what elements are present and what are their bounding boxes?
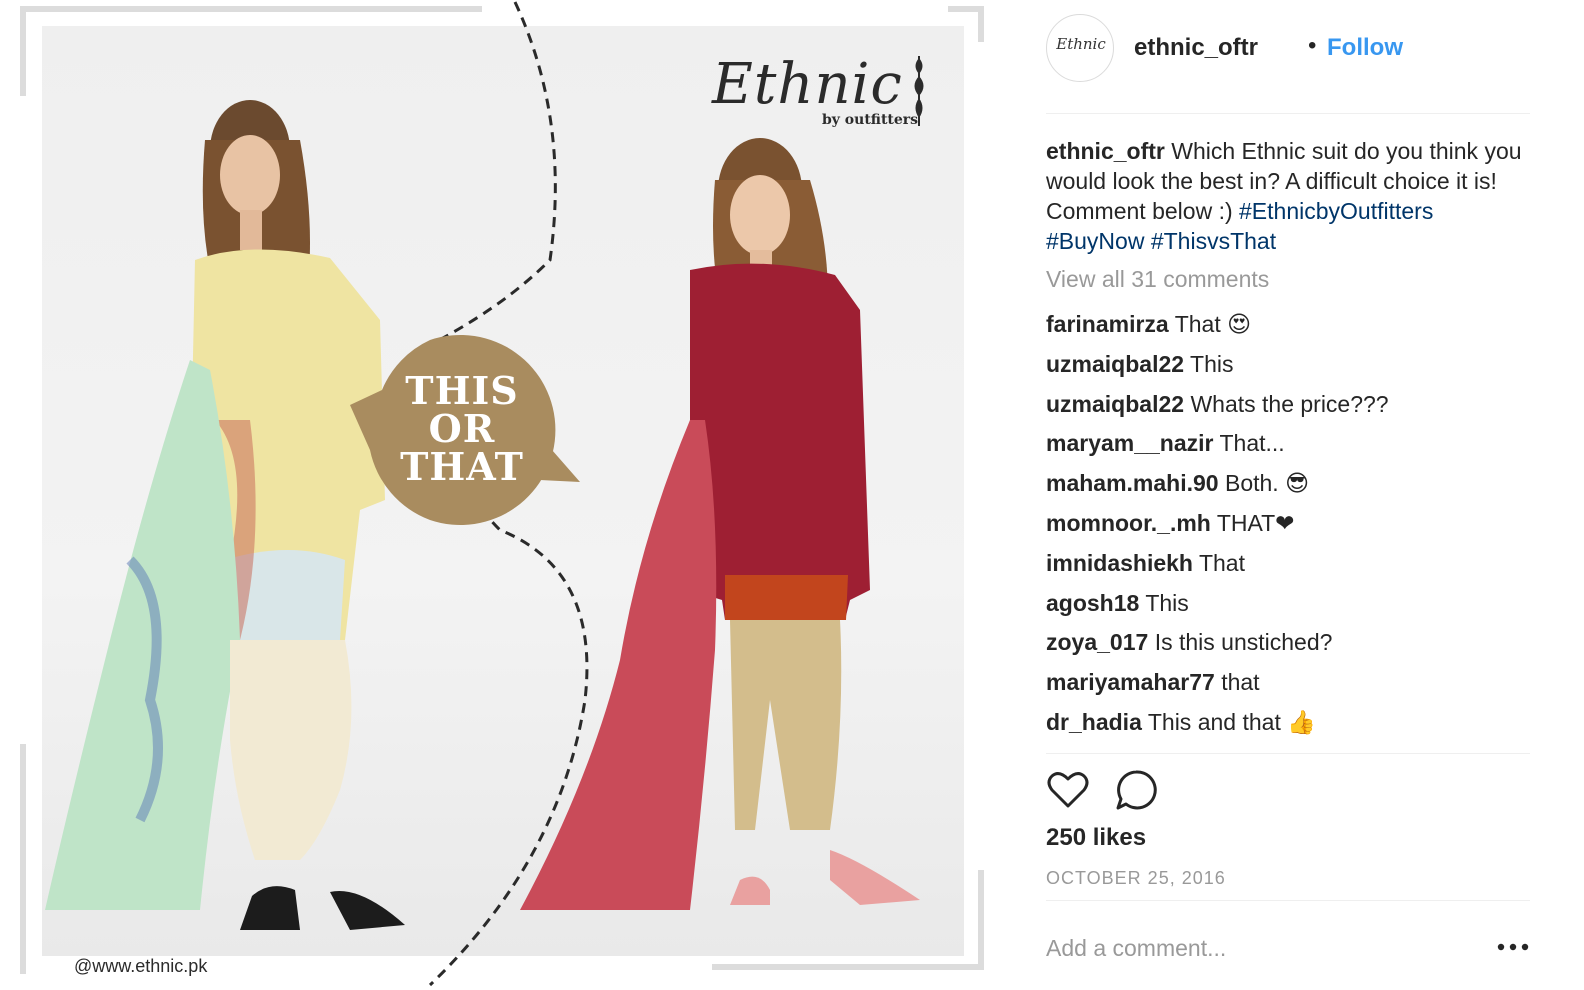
brand-ornament-icon [914, 56, 924, 126]
comment-username[interactable]: uzmaiqbal22 [1046, 391, 1184, 417]
actions-divider [1046, 753, 1530, 754]
comment-username[interactable]: mariyamahar77 [1046, 669, 1215, 695]
comment-text: This [1190, 350, 1234, 377]
comment-username[interactable]: imnidashiekh [1046, 550, 1193, 576]
more-options-icon[interactable] [1496, 932, 1530, 962]
comment-item: mariyamahar77 that [1046, 666, 1530, 706]
post-caption: ethnic_oftr Which Ethnic suit do you thi… [1046, 136, 1530, 256]
view-all-comments-link[interactable]: View all 31 comments [1046, 266, 1269, 293]
comment-list: farinamirza That 😍 uzmaiqbal22 This uzma… [1046, 308, 1530, 746]
bubble-line-3: THAT [400, 444, 524, 489]
header-username[interactable]: ethnic_oftr [1134, 34, 1258, 62]
comment-text: Whats the price??? [1190, 390, 1389, 417]
comment-text: That [1198, 549, 1245, 576]
comment-text: That 😍 [1174, 311, 1252, 337]
add-comment-input[interactable] [1046, 930, 1466, 966]
add-comment-divider [1046, 900, 1530, 901]
hashtag-link[interactable]: #ThisvsThat [1151, 228, 1276, 254]
post-side-panel: Ethnic ethnic_oftr • Follow ethnic_oftr … [1004, 0, 1584, 990]
this-or-that-text: THIS OR THAT [372, 372, 552, 486]
post-image[interactable]: THIS OR THAT Ethnic by outfitters @www.e… [0, 0, 1004, 990]
likes-count[interactable]: 250 likes [1046, 824, 1146, 852]
comment-item: uzmaiqbal22 Whats the price??? [1046, 388, 1530, 428]
header-divider [1046, 113, 1530, 114]
comment-username[interactable]: maryam__nazir [1046, 430, 1214, 456]
comment-text: that [1221, 669, 1260, 696]
comment-item: momnoor._.mh THAT❤ [1046, 507, 1530, 547]
header-separator: • [1308, 32, 1317, 59]
comment-item: agosh18 This [1046, 587, 1530, 627]
comment-username[interactable]: farinamirza [1046, 311, 1169, 337]
brand-logo-script: Ethnic [712, 52, 903, 117]
comment-text: Is this unstiched? [1154, 629, 1333, 656]
brand-logo-subtitle: by outfitters [822, 112, 919, 128]
comment-item: imnidashiekh That [1046, 547, 1530, 587]
comment-username[interactable]: uzmaiqbal22 [1046, 351, 1184, 377]
post-date: OCTOBER 25, 2016 [1046, 868, 1226, 888]
avatar-logo: Ethnic [1056, 35, 1106, 53]
comment-username[interactable]: agosh18 [1046, 590, 1139, 616]
heart-icon[interactable] [1046, 768, 1090, 812]
comment-item: maham.mahi.90 Both. 😎 [1046, 467, 1530, 507]
comment-username[interactable]: momnoor._.mh [1046, 510, 1211, 536]
follow-button[interactable]: Follow [1327, 34, 1403, 62]
bubble-line-2: OR [428, 406, 496, 451]
hashtag-link[interactable]: #EthnicbyOutfitters [1239, 198, 1433, 224]
site-credit: @www.ethnic.pk [74, 956, 208, 976]
comment-text: Both. 😎 [1224, 470, 1310, 497]
post-actions [1046, 768, 1246, 814]
comment-text: THAT❤ [1216, 509, 1295, 536]
comment-item: uzmaiqbal22 This [1046, 348, 1530, 388]
comment-username[interactable]: zoya_017 [1046, 629, 1148, 655]
comment-text: This [1145, 589, 1189, 616]
post-header: Ethnic ethnic_oftr • Follow [1046, 14, 1530, 82]
bubble-line-1: THIS [405, 368, 519, 413]
brand-logo: Ethnic by outfitters [712, 52, 952, 136]
comment-text: This and that 👍 [1147, 708, 1316, 735]
comment-item: farinamirza That 😍 [1046, 308, 1530, 348]
comment-icon[interactable] [1114, 768, 1158, 812]
comment-username[interactable]: maham.mahi.90 [1046, 470, 1219, 496]
comment-username[interactable]: dr_hadia [1046, 709, 1142, 735]
comment-item: maryam__nazir That... [1046, 427, 1530, 467]
caption-username[interactable]: ethnic_oftr [1046, 138, 1165, 164]
comment-item: zoya_017 Is this unstiched? [1046, 626, 1530, 666]
comment-text: That... [1219, 430, 1285, 457]
hashtag-link[interactable]: #BuyNow [1046, 228, 1144, 254]
comment-item: dr_hadia This and that 👍 [1046, 706, 1530, 746]
avatar[interactable]: Ethnic [1046, 14, 1114, 82]
